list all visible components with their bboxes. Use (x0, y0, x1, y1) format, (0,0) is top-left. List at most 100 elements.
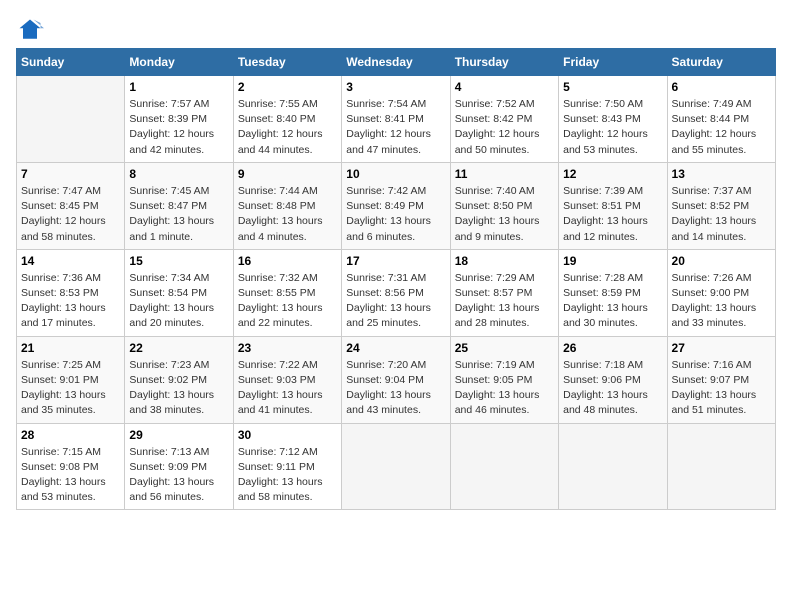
day-info: Sunrise: 7:32 AM Sunset: 8:55 PM Dayligh… (238, 271, 337, 332)
logo-icon (16, 16, 44, 44)
calendar-cell: 28 Sunrise: 7:15 AM Sunset: 9:08 PM Dayli… (17, 423, 125, 510)
day-info: Sunrise: 7:25 AM Sunset: 9:01 PM Dayligh… (21, 358, 120, 419)
calendar-cell: 30 Sunrise: 7:12 AM Sunset: 9:11 PM Dayli… (233, 423, 341, 510)
calendar-cell: 23 Sunrise: 7:22 AM Sunset: 9:03 PM Dayli… (233, 336, 341, 423)
day-number: 15 (129, 254, 228, 268)
day-info: Sunrise: 7:55 AM Sunset: 8:40 PM Dayligh… (238, 97, 337, 158)
calendar-cell: 19 Sunrise: 7:28 AM Sunset: 8:59 PM Dayli… (559, 249, 667, 336)
day-info: Sunrise: 7:44 AM Sunset: 8:48 PM Dayligh… (238, 184, 337, 245)
calendar-table: SundayMondayTuesdayWednesdayThursdayFrid… (16, 48, 776, 510)
calendar-cell: 26 Sunrise: 7:18 AM Sunset: 9:06 PM Dayli… (559, 336, 667, 423)
day-info: Sunrise: 7:18 AM Sunset: 9:06 PM Dayligh… (563, 358, 662, 419)
calendar-cell: 16 Sunrise: 7:32 AM Sunset: 8:55 PM Dayli… (233, 249, 341, 336)
day-number: 17 (346, 254, 445, 268)
weekday-header: Sunday (17, 49, 125, 76)
calendar-cell: 14 Sunrise: 7:36 AM Sunset: 8:53 PM Dayli… (17, 249, 125, 336)
day-info: Sunrise: 7:16 AM Sunset: 9:07 PM Dayligh… (672, 358, 771, 419)
day-info: Sunrise: 7:57 AM Sunset: 8:39 PM Dayligh… (129, 97, 228, 158)
day-number: 26 (563, 341, 662, 355)
day-info: Sunrise: 7:23 AM Sunset: 9:02 PM Dayligh… (129, 358, 228, 419)
calendar-cell (667, 423, 775, 510)
calendar-cell: 21 Sunrise: 7:25 AM Sunset: 9:01 PM Dayli… (17, 336, 125, 423)
calendar-cell: 22 Sunrise: 7:23 AM Sunset: 9:02 PM Dayli… (125, 336, 233, 423)
day-number: 6 (672, 80, 771, 94)
calendar-cell (450, 423, 558, 510)
day-info: Sunrise: 7:49 AM Sunset: 8:44 PM Dayligh… (672, 97, 771, 158)
calendar-week-row: 14 Sunrise: 7:36 AM Sunset: 8:53 PM Dayli… (17, 249, 776, 336)
day-number: 27 (672, 341, 771, 355)
day-number: 7 (21, 167, 120, 181)
day-number: 12 (563, 167, 662, 181)
day-number: 24 (346, 341, 445, 355)
day-number: 21 (21, 341, 120, 355)
calendar-cell: 8 Sunrise: 7:45 AM Sunset: 8:47 PM Daylig… (125, 162, 233, 249)
weekday-header: Saturday (667, 49, 775, 76)
day-number: 25 (455, 341, 554, 355)
day-number: 4 (455, 80, 554, 94)
calendar-cell: 5 Sunrise: 7:50 AM Sunset: 8:43 PM Daylig… (559, 76, 667, 163)
day-number: 23 (238, 341, 337, 355)
page-header (16, 16, 776, 44)
day-info: Sunrise: 7:50 AM Sunset: 8:43 PM Dayligh… (563, 97, 662, 158)
calendar-cell: 13 Sunrise: 7:37 AM Sunset: 8:52 PM Dayli… (667, 162, 775, 249)
calendar-week-row: 21 Sunrise: 7:25 AM Sunset: 9:01 PM Dayli… (17, 336, 776, 423)
calendar-cell: 15 Sunrise: 7:34 AM Sunset: 8:54 PM Dayli… (125, 249, 233, 336)
day-number: 10 (346, 167, 445, 181)
day-info: Sunrise: 7:22 AM Sunset: 9:03 PM Dayligh… (238, 358, 337, 419)
day-number: 5 (563, 80, 662, 94)
calendar-cell: 11 Sunrise: 7:40 AM Sunset: 8:50 PM Dayli… (450, 162, 558, 249)
calendar-cell: 12 Sunrise: 7:39 AM Sunset: 8:51 PM Dayli… (559, 162, 667, 249)
day-info: Sunrise: 7:45 AM Sunset: 8:47 PM Dayligh… (129, 184, 228, 245)
day-info: Sunrise: 7:40 AM Sunset: 8:50 PM Dayligh… (455, 184, 554, 245)
calendar-cell: 17 Sunrise: 7:31 AM Sunset: 8:56 PM Dayli… (342, 249, 450, 336)
day-number: 19 (563, 254, 662, 268)
calendar-cell: 10 Sunrise: 7:42 AM Sunset: 8:49 PM Dayli… (342, 162, 450, 249)
day-number: 20 (672, 254, 771, 268)
day-number: 2 (238, 80, 337, 94)
day-info: Sunrise: 7:34 AM Sunset: 8:54 PM Dayligh… (129, 271, 228, 332)
calendar-cell: 20 Sunrise: 7:26 AM Sunset: 9:00 PM Dayli… (667, 249, 775, 336)
weekday-header: Wednesday (342, 49, 450, 76)
calendar-cell: 4 Sunrise: 7:52 AM Sunset: 8:42 PM Daylig… (450, 76, 558, 163)
calendar-cell: 27 Sunrise: 7:16 AM Sunset: 9:07 PM Dayli… (667, 336, 775, 423)
day-info: Sunrise: 7:29 AM Sunset: 8:57 PM Dayligh… (455, 271, 554, 332)
calendar-cell: 24 Sunrise: 7:20 AM Sunset: 9:04 PM Dayli… (342, 336, 450, 423)
day-info: Sunrise: 7:37 AM Sunset: 8:52 PM Dayligh… (672, 184, 771, 245)
weekday-header: Tuesday (233, 49, 341, 76)
day-info: Sunrise: 7:52 AM Sunset: 8:42 PM Dayligh… (455, 97, 554, 158)
calendar-cell: 6 Sunrise: 7:49 AM Sunset: 8:44 PM Daylig… (667, 76, 775, 163)
weekday-header: Thursday (450, 49, 558, 76)
calendar-cell: 2 Sunrise: 7:55 AM Sunset: 8:40 PM Daylig… (233, 76, 341, 163)
calendar-cell (342, 423, 450, 510)
day-info: Sunrise: 7:19 AM Sunset: 9:05 PM Dayligh… (455, 358, 554, 419)
day-info: Sunrise: 7:28 AM Sunset: 8:59 PM Dayligh… (563, 271, 662, 332)
day-number: 11 (455, 167, 554, 181)
logo (16, 16, 46, 44)
day-number: 16 (238, 254, 337, 268)
day-info: Sunrise: 7:15 AM Sunset: 9:08 PM Dayligh… (21, 445, 120, 506)
day-number: 30 (238, 428, 337, 442)
day-info: Sunrise: 7:39 AM Sunset: 8:51 PM Dayligh… (563, 184, 662, 245)
calendar-week-row: 7 Sunrise: 7:47 AM Sunset: 8:45 PM Daylig… (17, 162, 776, 249)
day-number: 8 (129, 167, 228, 181)
calendar-week-row: 28 Sunrise: 7:15 AM Sunset: 9:08 PM Dayli… (17, 423, 776, 510)
day-number: 28 (21, 428, 120, 442)
weekday-header: Monday (125, 49, 233, 76)
day-info: Sunrise: 7:26 AM Sunset: 9:00 PM Dayligh… (672, 271, 771, 332)
day-number: 29 (129, 428, 228, 442)
day-number: 3 (346, 80, 445, 94)
day-number: 22 (129, 341, 228, 355)
calendar-cell: 25 Sunrise: 7:19 AM Sunset: 9:05 PM Dayli… (450, 336, 558, 423)
day-info: Sunrise: 7:36 AM Sunset: 8:53 PM Dayligh… (21, 271, 120, 332)
day-info: Sunrise: 7:47 AM Sunset: 8:45 PM Dayligh… (21, 184, 120, 245)
day-number: 14 (21, 254, 120, 268)
day-info: Sunrise: 7:31 AM Sunset: 8:56 PM Dayligh… (346, 271, 445, 332)
day-info: Sunrise: 7:12 AM Sunset: 9:11 PM Dayligh… (238, 445, 337, 506)
day-number: 13 (672, 167, 771, 181)
day-info: Sunrise: 7:20 AM Sunset: 9:04 PM Dayligh… (346, 358, 445, 419)
day-number: 9 (238, 167, 337, 181)
calendar-week-row: 1Sunrise: 7:57 AM Sunset: 8:39 PM Daylig… (17, 76, 776, 163)
day-info: Sunrise: 7:42 AM Sunset: 8:49 PM Dayligh… (346, 184, 445, 245)
calendar-cell: 9 Sunrise: 7:44 AM Sunset: 8:48 PM Daylig… (233, 162, 341, 249)
calendar-cell: 1Sunrise: 7:57 AM Sunset: 8:39 PM Daylig… (125, 76, 233, 163)
